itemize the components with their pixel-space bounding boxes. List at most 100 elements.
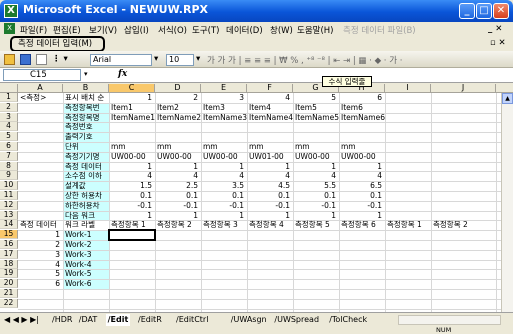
cell-f6[interactable]: mm bbox=[249, 142, 293, 151]
cell-d12[interactable]: -0.1 bbox=[155, 201, 198, 210]
cell-g7[interactable]: UW00-00 bbox=[295, 152, 339, 161]
cell-a1[interactable]: <측정> bbox=[20, 93, 63, 102]
cell-g1[interactable]: 5 bbox=[293, 93, 336, 102]
cell-b5[interactable]: 출력기호 bbox=[65, 132, 109, 141]
font-select[interactable]: Arial bbox=[90, 54, 152, 66]
sheet-tab-uwasgn[interactable]: /UWAsgn bbox=[231, 314, 267, 326]
cell-b14[interactable]: 워크 라벨 bbox=[65, 220, 109, 229]
cell-i14[interactable]: 측정항목 1 bbox=[387, 220, 431, 229]
cell-e1[interactable]: 3 bbox=[201, 93, 244, 102]
cell-a19[interactable]: 5 bbox=[18, 269, 60, 278]
cell-g11[interactable]: 0.1 bbox=[293, 191, 336, 200]
row-header-6[interactable]: 6 bbox=[0, 142, 18, 151]
cell-f9[interactable]: 4 bbox=[247, 171, 290, 180]
column-header-i[interactable]: I bbox=[385, 84, 431, 93]
doc-restore-icon[interactable]: ▫ ✕ bbox=[490, 38, 506, 48]
cell-f7[interactable]: UW01-00 bbox=[249, 152, 293, 161]
row-header-15[interactable]: 15 bbox=[0, 230, 18, 240]
cell-d6[interactable]: mm bbox=[157, 142, 201, 151]
cell-b19[interactable]: Work-5 bbox=[65, 269, 109, 278]
cell-f10[interactable]: 4.5 bbox=[247, 181, 290, 190]
cell-b8[interactable]: 측정 데이터 bbox=[65, 162, 109, 171]
cell-b9[interactable]: 소수점 이하 bbox=[65, 171, 109, 180]
column-header-e[interactable]: E bbox=[201, 84, 247, 93]
row-header-5[interactable]: 5 bbox=[0, 132, 18, 142]
cell-j14[interactable]: 측정항목 2 bbox=[433, 220, 496, 229]
cell-e9[interactable]: 4 bbox=[201, 171, 244, 180]
sheet-tab-editr[interactable]: /EditR bbox=[138, 314, 162, 326]
sheet-tab-dat[interactable]: /DAT bbox=[79, 314, 97, 326]
sheet-tab-tolcheck[interactable]: /TolCheck bbox=[329, 314, 367, 326]
cell-b1[interactable]: 표시 배치 순 bbox=[65, 93, 109, 102]
cell-g9[interactable]: 4 bbox=[293, 171, 336, 180]
cell-b11[interactable]: 상한 허용차 bbox=[65, 191, 109, 200]
row-header-16[interactable]: 16 bbox=[0, 240, 18, 249]
row-header-14[interactable]: 14 bbox=[0, 220, 18, 230]
row-header-3[interactable]: 3 bbox=[0, 112, 18, 122]
cell-e2[interactable]: Item3 bbox=[203, 103, 247, 112]
column-header-f[interactable]: F bbox=[247, 84, 293, 93]
row-header-4[interactable]: 4 bbox=[0, 122, 18, 132]
cell-d7[interactable]: UW00-00 bbox=[157, 152, 201, 161]
row-header-20[interactable]: 20 bbox=[0, 279, 18, 289]
sheet-nav-buttons[interactable]: ◀ ◀ ▶ ▶| bbox=[4, 314, 39, 326]
print-icon[interactable] bbox=[36, 54, 47, 65]
cell-h7[interactable]: UW00-00 bbox=[341, 152, 385, 161]
excel-icon[interactable]: X bbox=[4, 4, 18, 18]
cell-a20[interactable]: 6 bbox=[18, 279, 60, 288]
cell-d1[interactable]: 2 bbox=[155, 93, 198, 102]
cell-a17[interactable]: 3 bbox=[18, 250, 60, 259]
cell-g3[interactable]: ItemName5 bbox=[295, 113, 339, 122]
cell-f8[interactable]: 1 bbox=[247, 162, 290, 171]
row-header-13[interactable]: 13 bbox=[0, 210, 18, 220]
menu-tools[interactable]: 도구(T) bbox=[192, 24, 219, 36]
cell-b17[interactable]: Work-3 bbox=[65, 250, 109, 259]
cell-a18[interactable]: 4 bbox=[18, 260, 60, 269]
cell-h8[interactable]: 1 bbox=[339, 162, 382, 171]
save-icon[interactable] bbox=[20, 54, 31, 65]
cell-h2[interactable]: Item6 bbox=[341, 103, 385, 112]
cell-h13[interactable]: 1 bbox=[339, 211, 382, 220]
cell-e7[interactable]: UW00-00 bbox=[203, 152, 247, 161]
row-header-19[interactable]: 19 bbox=[0, 269, 18, 279]
cell-b6[interactable]: 단위 bbox=[65, 142, 109, 151]
cell-c7[interactable]: UW00-00 bbox=[111, 152, 155, 161]
cell-a14[interactable]: 측정 데이터 bbox=[20, 220, 63, 229]
cell-g6[interactable]: mm bbox=[295, 142, 339, 151]
cell-f2[interactable]: Item4 bbox=[249, 103, 293, 112]
cell-h14[interactable]: 측정항목 6 bbox=[341, 220, 385, 229]
fx-icon[interactable]: fx bbox=[118, 69, 127, 79]
cell-d13[interactable]: 1 bbox=[155, 211, 198, 220]
cell-b3[interactable]: 측정항목명 bbox=[65, 113, 109, 122]
menu-format[interactable]: 서식(O) bbox=[158, 24, 187, 36]
cell-e11[interactable]: 0.1 bbox=[201, 191, 244, 200]
row-header-8[interactable]: 8 bbox=[0, 161, 18, 171]
row-header-10[interactable]: 10 bbox=[0, 181, 18, 191]
cell-b4[interactable]: 측정번호 bbox=[65, 122, 109, 131]
column-header-extra[interactable] bbox=[496, 84, 513, 93]
sheet-tab-edit[interactable]: /Edit bbox=[105, 314, 131, 326]
cell-a16[interactable]: 2 bbox=[18, 240, 60, 249]
cell-d10[interactable]: 2.5 bbox=[155, 181, 198, 190]
horizontal-scrollbar[interactable] bbox=[398, 315, 501, 325]
cell-f12[interactable]: -0.1 bbox=[247, 201, 290, 210]
column-header-a[interactable]: A bbox=[18, 84, 63, 93]
column-header-b[interactable]: B bbox=[63, 84, 109, 93]
size-dropdown-icon[interactable]: ▾ bbox=[196, 54, 200, 64]
cell-b15[interactable]: Work-1 bbox=[65, 230, 109, 239]
cell-h12[interactable]: -0.1 bbox=[339, 201, 382, 210]
cell-e6[interactable]: mm bbox=[203, 142, 247, 151]
row-header-22[interactable]: 22 bbox=[0, 298, 18, 308]
row-header-2[interactable]: 2 bbox=[0, 102, 18, 112]
font-dropdown-icon[interactable]: ▾ bbox=[154, 54, 158, 64]
cell-a15[interactable]: 1 bbox=[18, 230, 60, 239]
cell-c11[interactable]: 0.1 bbox=[109, 191, 152, 200]
cell-e12[interactable]: -0.1 bbox=[201, 201, 244, 210]
cell-b10[interactable]: 설계값 bbox=[65, 181, 109, 190]
cell-b16[interactable]: Work-2 bbox=[65, 240, 109, 249]
cell-g2[interactable]: Item5 bbox=[295, 103, 339, 112]
cell-b7[interactable]: 측정기기명 bbox=[65, 152, 109, 161]
cell-e13[interactable]: 1 bbox=[201, 211, 244, 220]
cell-g13[interactable]: 1 bbox=[293, 211, 336, 220]
menu-measure-file[interactable]: 측정 데이터 파일(B) bbox=[343, 24, 416, 36]
